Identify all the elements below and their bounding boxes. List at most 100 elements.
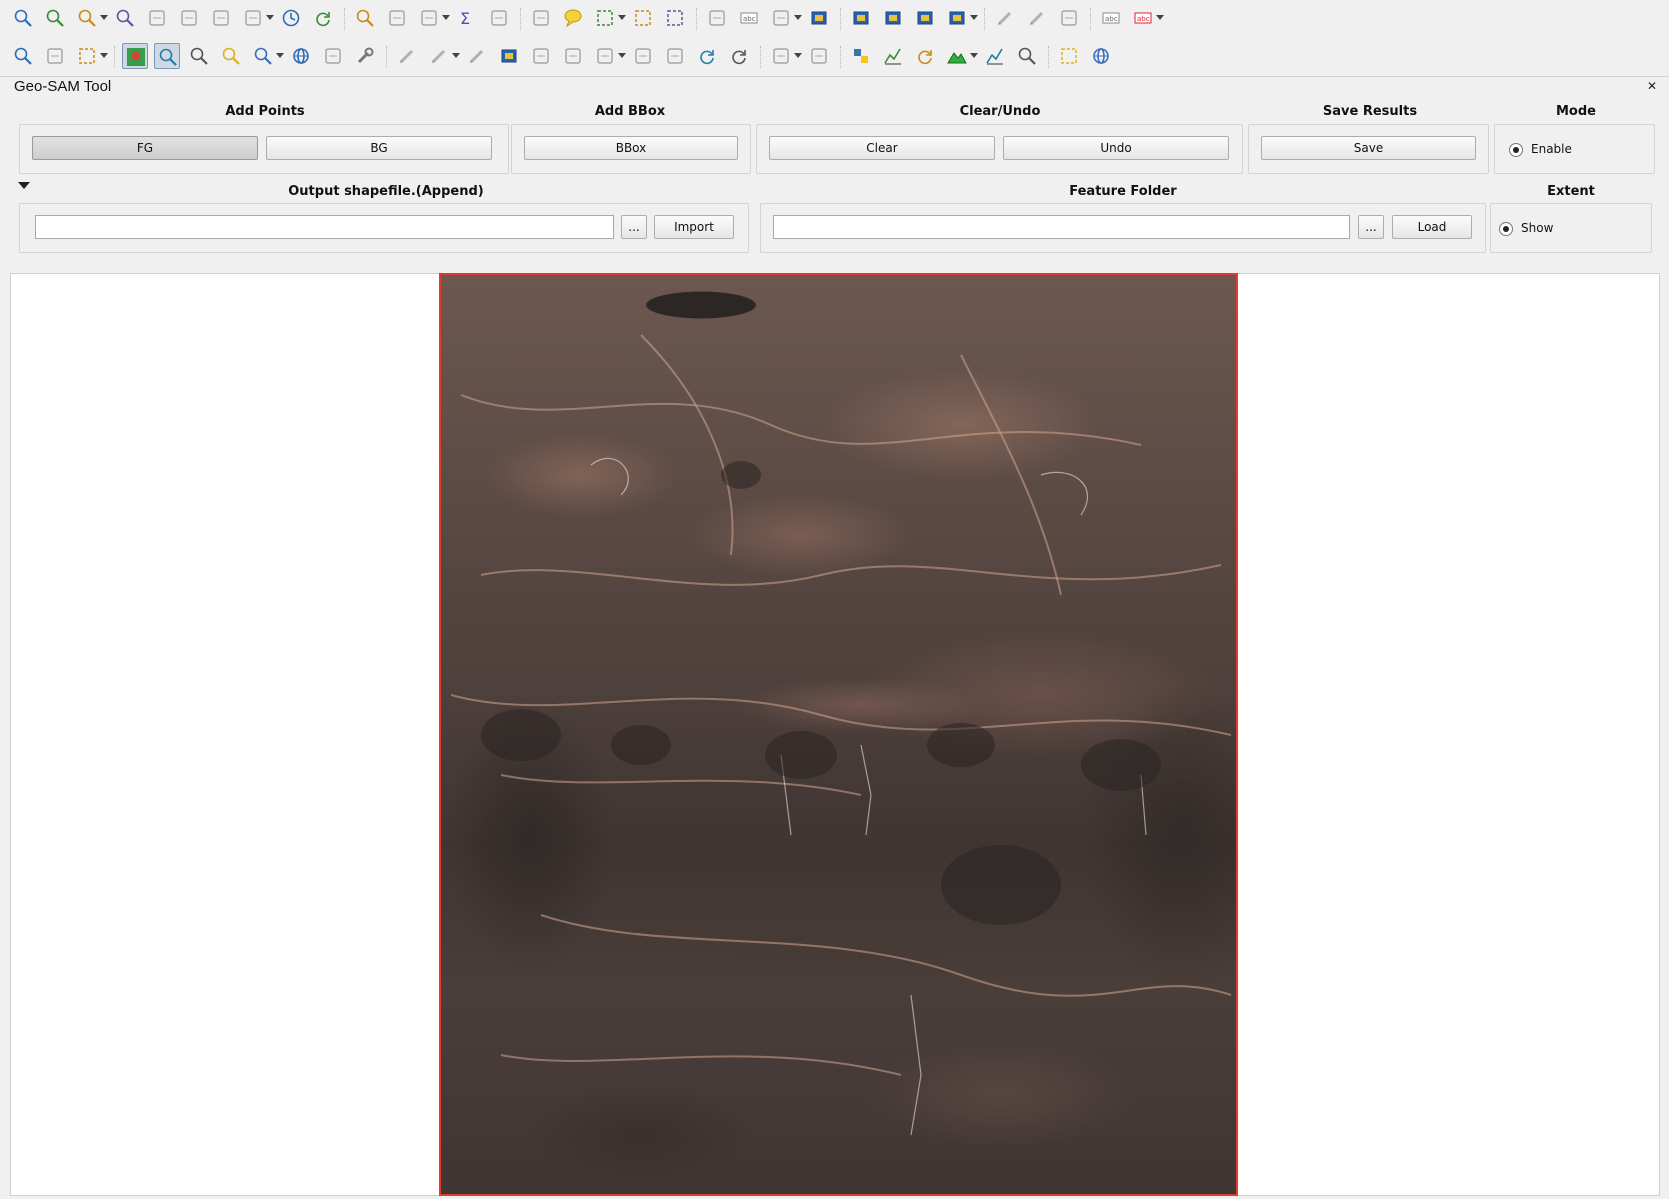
dropdown-arrow-icon[interactable] xyxy=(618,15,626,20)
redo-icon[interactable] xyxy=(726,43,752,69)
paste-icon[interactable] xyxy=(662,43,688,69)
add-wms-icon[interactable] xyxy=(806,5,832,31)
info-magnifier-icon[interactable] xyxy=(1014,43,1040,69)
output-browse-button[interactable]: ... xyxy=(621,215,647,239)
measure-icon[interactable] xyxy=(528,5,554,31)
zoom-out-icon[interactable] xyxy=(218,43,244,69)
dropdown-arrow-icon[interactable] xyxy=(100,15,108,20)
reshape-icon[interactable] xyxy=(768,43,794,69)
map-tips-icon[interactable] xyxy=(560,5,586,31)
select-features-icon[interactable] xyxy=(74,43,100,69)
add-wfs-icon[interactable] xyxy=(912,5,938,31)
abc-label-icon[interactable]: abc xyxy=(1130,5,1156,31)
enable-radio[interactable] xyxy=(1509,143,1523,157)
node-tool-icon[interactable] xyxy=(1056,5,1082,31)
zoom-in-icon[interactable] xyxy=(186,43,212,69)
offset-icon[interactable] xyxy=(806,43,832,69)
sum-icon[interactable]: Σ xyxy=(454,5,480,31)
show-bookmarks-icon[interactable] xyxy=(240,5,266,31)
output-shapefile-input[interactable] xyxy=(35,215,614,239)
temporal-controller-icon[interactable] xyxy=(278,5,304,31)
toolbar-separator xyxy=(344,8,345,30)
new-3d-view-icon[interactable] xyxy=(176,5,202,31)
label-toolbar-icon[interactable]: abc xyxy=(1098,5,1124,31)
dropdown-arrow-icon[interactable] xyxy=(794,15,802,20)
import-button[interactable]: Import xyxy=(654,215,734,239)
add-vector-icon[interactable] xyxy=(848,5,874,31)
add-text-icon[interactable] xyxy=(944,5,970,31)
processing-icon[interactable] xyxy=(768,5,794,31)
copy-icon[interactable] xyxy=(630,43,656,69)
cut-icon[interactable] xyxy=(592,43,618,69)
vertex-tool-icon[interactable] xyxy=(528,43,554,69)
coordinate-capture-icon[interactable] xyxy=(320,43,346,69)
dropdown-arrow-icon[interactable] xyxy=(1156,15,1164,20)
field-calc-icon[interactable] xyxy=(486,5,512,31)
map-canvas[interactable] xyxy=(10,273,1660,1196)
identify-features-icon[interactable] xyxy=(10,43,36,69)
bbox-button[interactable]: BBox xyxy=(524,136,738,160)
pan-map-icon[interactable] xyxy=(10,5,36,31)
globe-icon[interactable] xyxy=(288,43,314,69)
zoom-selection-icon[interactable] xyxy=(250,43,276,69)
undo-button[interactable]: Undo xyxy=(1003,136,1229,160)
zoom-full-icon[interactable] xyxy=(42,5,68,31)
bookmark-new-icon[interactable] xyxy=(208,5,234,31)
undo-icon[interactable] xyxy=(694,43,720,69)
mode-label: Mode xyxy=(1556,104,1596,119)
edit-pencil-icon[interactable] xyxy=(394,43,420,69)
new-map-view-icon[interactable] xyxy=(144,5,170,31)
toggle-edit-icon[interactable] xyxy=(426,43,452,69)
load-button[interactable]: Load xyxy=(1392,215,1472,239)
dropdown-arrow-icon[interactable] xyxy=(276,53,284,58)
select-icon[interactable] xyxy=(592,5,618,31)
add-polygon-icon[interactable] xyxy=(496,43,522,69)
feature-folder-input[interactable] xyxy=(773,215,1350,239)
add-raster-icon[interactable] xyxy=(880,5,906,31)
close-icon[interactable]: ✕ xyxy=(1645,79,1659,93)
dropdown-arrow-icon[interactable] xyxy=(970,15,978,20)
select-location-icon[interactable] xyxy=(662,5,688,31)
show-extent-radio[interactable] xyxy=(1499,222,1513,236)
refresh-icon[interactable] xyxy=(310,5,336,31)
enable-label[interactable]: Enable xyxy=(1531,142,1572,156)
show-extent-label[interactable]: Show xyxy=(1521,221,1553,235)
geosam-pan-icon[interactable] xyxy=(154,43,180,69)
geosam-points-icon[interactable] xyxy=(122,43,148,69)
satellite-raster-layer[interactable] xyxy=(439,273,1238,1196)
dropdown-arrow-icon[interactable] xyxy=(794,53,802,58)
dropdown-arrow-icon[interactable] xyxy=(618,53,626,58)
deselect-icon[interactable] xyxy=(630,5,656,31)
zoom-to-layer-icon[interactable] xyxy=(74,5,100,31)
clear-button[interactable]: Clear xyxy=(769,136,995,160)
save-button[interactable]: Save xyxy=(1261,136,1476,160)
save-edits-icon[interactable] xyxy=(464,43,490,69)
dropdown-arrow-icon[interactable] xyxy=(970,53,978,58)
target-icon[interactable] xyxy=(1088,43,1114,69)
advanced-digitize-icon[interactable] xyxy=(1024,5,1050,31)
dropdown-arrow-icon[interactable] xyxy=(442,15,450,20)
dropdown-arrow-icon[interactable] xyxy=(266,15,274,20)
statistics-icon[interactable] xyxy=(416,5,442,31)
python-icon[interactable] xyxy=(848,43,874,69)
refresh-layer-icon[interactable] xyxy=(912,43,938,69)
label-icon[interactable]: abc xyxy=(736,5,762,31)
digitize-icon[interactable] xyxy=(992,5,1018,31)
line-chart-icon[interactable] xyxy=(982,43,1008,69)
collapse-arrow-icon[interactable] xyxy=(18,182,30,189)
zoom-last-icon[interactable] xyxy=(112,5,138,31)
profile-tool-icon[interactable] xyxy=(880,43,906,69)
settings-wrench-icon[interactable] xyxy=(352,43,378,69)
delete-icon[interactable] xyxy=(560,43,586,69)
terrain-icon[interactable] xyxy=(944,43,970,69)
grid-select-icon[interactable] xyxy=(1056,43,1082,69)
dropdown-arrow-icon[interactable] xyxy=(452,53,460,58)
run-feature-action-icon[interactable] xyxy=(42,43,68,69)
dropdown-arrow-icon[interactable] xyxy=(100,53,108,58)
attribute-table-icon[interactable] xyxy=(384,5,410,31)
fg-button[interactable]: FG xyxy=(32,136,258,160)
identify-icon[interactable] xyxy=(352,5,378,31)
style-manager-icon[interactable] xyxy=(704,5,730,31)
feature-browse-button[interactable]: ... xyxy=(1358,215,1384,239)
bg-button[interactable]: BG xyxy=(266,136,492,160)
